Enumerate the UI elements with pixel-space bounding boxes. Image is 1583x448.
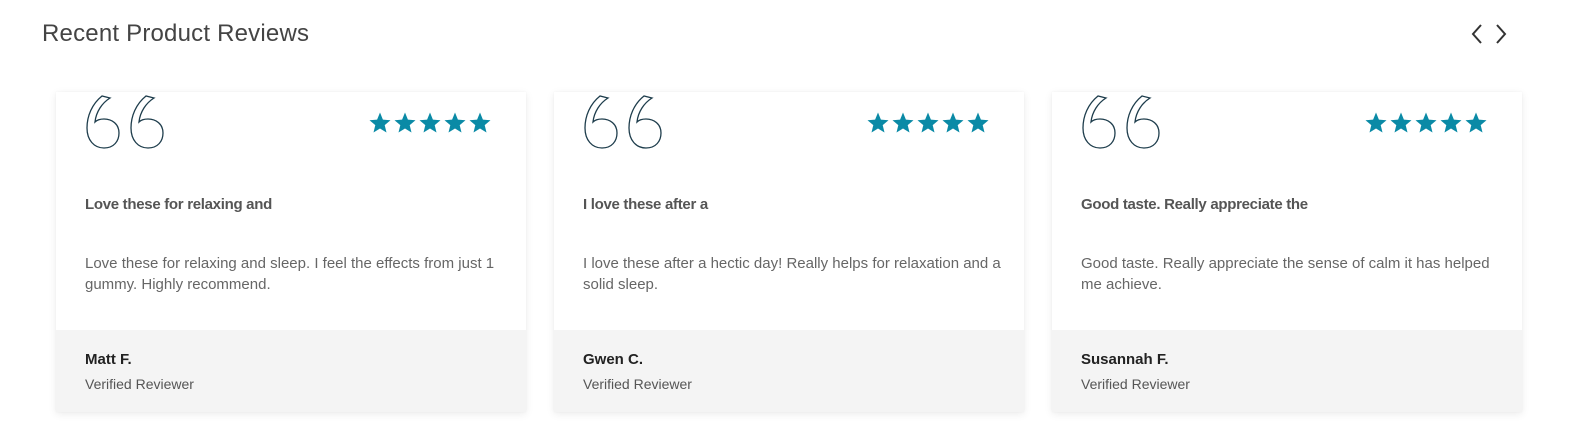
review-body: Love these for relaxing and sleep. I fee… [85, 255, 495, 293]
star-icon [444, 112, 466, 133]
star-icon [892, 112, 914, 133]
star-rating [368, 111, 492, 135]
section-title: Recent Product Reviews [42, 20, 310, 47]
star-icon [1415, 112, 1437, 133]
review-footer: Gwen C. Verified Reviewer [554, 330, 1024, 412]
review-footer: Susannah F. Verified Reviewer [1052, 330, 1522, 412]
quote-icon [584, 95, 662, 149]
verified-badge: Verified Reviewer [1081, 376, 1190, 392]
review-title: Love these for relaxing and [85, 196, 272, 213]
quote-icon [1082, 95, 1160, 149]
star-icon [1390, 112, 1412, 133]
chevron-left-icon [1471, 24, 1482, 44]
star-icon [917, 112, 939, 133]
review-title: I love these after a [583, 196, 708, 213]
chevron-right-icon [1496, 24, 1507, 44]
star-rating [1364, 111, 1488, 135]
review-card: Good taste. Really appreciate the Good t… [1052, 92, 1522, 412]
star-icon [469, 112, 491, 133]
star-icon [967, 112, 989, 133]
star-icon [394, 112, 416, 133]
star-icon [419, 112, 441, 133]
review-card: I love these after a I love these after … [554, 92, 1024, 412]
star-icon [942, 112, 964, 133]
star-icon [1365, 112, 1387, 133]
reviewer-name: Gwen C. [583, 351, 644, 368]
review-footer: Matt F. Verified Reviewer [56, 330, 526, 412]
reviewer-name: Matt F. [85, 351, 132, 368]
verified-badge: Verified Reviewer [583, 376, 692, 392]
quote-icon [86, 95, 164, 149]
review-title: Good taste. Really appreciate the [1081, 196, 1308, 213]
star-icon [1440, 112, 1462, 133]
star-rating [866, 111, 990, 135]
star-icon [369, 112, 391, 133]
star-icon [867, 112, 889, 133]
review-body: Good taste. Really appreciate the sense … [1081, 255, 1490, 293]
review-card: Love these for relaxing and Love these f… [56, 92, 526, 412]
star-icon [1465, 112, 1487, 133]
verified-badge: Verified Reviewer [85, 376, 194, 392]
review-body: I love these after a hectic day! Really … [583, 255, 1001, 293]
prev-button[interactable] [1467, 22, 1487, 46]
reviewer-name: Susannah F. [1081, 351, 1169, 368]
next-button[interactable] [1491, 22, 1511, 46]
